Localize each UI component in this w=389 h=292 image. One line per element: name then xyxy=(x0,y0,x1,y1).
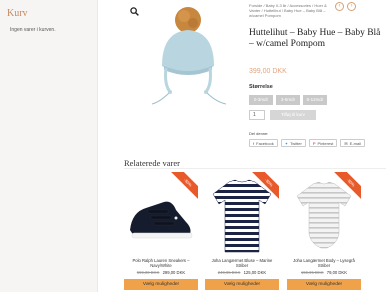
old-price: 159,95 DKK xyxy=(300,270,324,275)
search-icon[interactable] xyxy=(130,7,139,16)
choose-options-button[interactable]: Vælg muligheder xyxy=(287,279,361,290)
share-facebook-button[interactable]: f Facebook xyxy=(249,139,278,147)
share-label: Del denne: xyxy=(249,131,269,136)
product-title: Huttelihut – Baby Hue – Baby Blå – w/cam… xyxy=(249,28,381,49)
size-option-6-12mdr[interactable]: 6-12mdr xyxy=(303,95,327,105)
product-prices: 599,00 DKK 299,00 DKK xyxy=(124,270,198,275)
related-product-card[interactable]: -50% Joha Langærmet Bluse – Marine Strib… xyxy=(205,172,279,292)
sale-price: 299,00 DKK xyxy=(162,270,186,275)
next-product-button[interactable]: › xyxy=(347,2,356,11)
size-label: Størrelse xyxy=(249,84,273,90)
breadcrumb[interactable]: Forside / Baby 0-3 år / Accessories / Hu… xyxy=(249,3,334,19)
related-product-card[interactable]: -50% Joha Langærmet Body – Lysegrå Strib… xyxy=(287,172,361,292)
share-buttons: f Facebook ✦ Twitter P Pinterest ✉ E-mai… xyxy=(249,139,366,147)
product-prices: 249,95 DKK 125,00 DKK xyxy=(205,270,279,275)
add-to-cart-button[interactable]: Tilføj til kurv xyxy=(270,110,316,120)
previous-product-button[interactable]: ‹ xyxy=(335,2,344,11)
divider xyxy=(124,168,386,169)
sale-price: 125,00 DKK xyxy=(243,270,267,275)
choose-options-button[interactable]: Vælg muligheder xyxy=(205,279,279,290)
email-icon: ✉ xyxy=(344,140,348,146)
share-twitter-button[interactable]: ✦ Twitter xyxy=(280,139,306,147)
size-options: 0-3mdr 3-6mdr 6-12mdr xyxy=(249,95,327,105)
product-price: 399,00 DKK xyxy=(249,68,287,75)
share-email-button[interactable]: ✉ E-mail xyxy=(340,139,366,147)
old-price: 599,00 DKK xyxy=(136,270,160,275)
twitter-icon: ✦ xyxy=(284,140,289,146)
cart-empty-text: Ingen varer i kurven. xyxy=(10,27,56,33)
cart-title: Kurv xyxy=(7,8,28,19)
product-name[interactable]: Polo Ralph Lauren Sneakers – Navy/White xyxy=(124,258,198,268)
size-option-3-6mdr[interactable]: 3-6mdr xyxy=(276,95,300,105)
quantity-input[interactable]: 1 xyxy=(249,110,265,120)
cart-sidebar: Kurv Ingen varer i kurven. xyxy=(0,0,98,292)
choose-options-button[interactable]: Vælg muligheder xyxy=(124,279,198,290)
old-price: 249,95 DKK xyxy=(217,270,241,275)
related-product-card[interactable]: -50% Polo Ralph Lauren Sneakers – Navy/W… xyxy=(124,172,198,292)
product-name[interactable]: Joha Langærmet Body – Lysegrå Striber xyxy=(287,258,361,268)
product-image[interactable] xyxy=(140,4,235,114)
product-prices: 159,95 DKK 79,00 DKK xyxy=(287,270,361,275)
facebook-icon: f xyxy=(253,140,255,146)
product-name[interactable]: Joha Langærmet Bluse – Marine Striber xyxy=(205,258,279,268)
hat-illustration xyxy=(151,7,227,105)
share-pinterest-button[interactable]: P Pinterest xyxy=(308,139,338,147)
size-option-0-3mdr[interactable]: 0-3mdr xyxy=(249,95,273,105)
pinterest-icon: P xyxy=(312,140,316,146)
related-products-title: Relaterede varer xyxy=(124,158,180,168)
sale-price: 79,00 DKK xyxy=(326,270,348,275)
